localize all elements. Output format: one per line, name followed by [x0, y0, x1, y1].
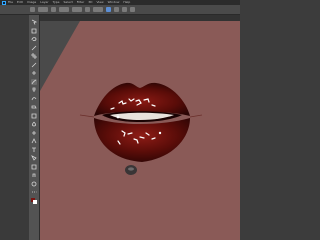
blend-mode-select[interactable] — [59, 7, 69, 12]
document-canvas[interactable] — [40, 21, 240, 240]
symmetry-icon[interactable] — [130, 7, 135, 12]
smoothing-icon[interactable] — [114, 7, 119, 12]
edit-toolbar-icon[interactable] — [31, 189, 37, 195]
highlight-dot — [158, 131, 162, 135]
gradient-tool-icon[interactable] — [31, 113, 37, 119]
brush-settings-icon[interactable] — [51, 7, 56, 12]
flow-field[interactable] — [93, 7, 103, 12]
lasso-tool-icon[interactable] — [31, 36, 37, 42]
pressure-opacity-icon[interactable] — [85, 7, 90, 12]
blur-tool-icon[interactable] — [31, 121, 37, 127]
type-tool-icon[interactable] — [31, 147, 37, 153]
options-bar — [0, 5, 240, 15]
eyedropper-tool-icon[interactable] — [31, 62, 37, 68]
eraser-tool-icon[interactable] — [31, 104, 37, 110]
color-swatches-icon[interactable] — [31, 197, 37, 204]
crop-tool-icon[interactable] — [31, 53, 37, 59]
tools-panel — [29, 15, 40, 240]
opacity-field[interactable] — [72, 7, 82, 12]
move-tool-icon[interactable] — [31, 19, 37, 25]
tool-preset-icon[interactable] — [30, 7, 35, 12]
zoom-tool-icon[interactable] — [31, 181, 37, 187]
path-selection-tool-icon[interactable] — [31, 155, 37, 161]
brush-tool-icon[interactable] — [31, 78, 37, 85]
hand-tool-icon[interactable] — [31, 172, 37, 178]
pen-tool-icon[interactable] — [31, 138, 37, 144]
dodge-tool-icon[interactable] — [31, 130, 37, 136]
pressure-size-icon[interactable] — [122, 7, 127, 12]
healing-brush-tool-icon[interactable] — [31, 70, 37, 76]
photoshop-logo-icon — [2, 0, 6, 5]
brush-size-picker[interactable] — [38, 7, 48, 12]
highlight-dot — [116, 115, 120, 119]
marquee-tool-icon[interactable] — [31, 28, 37, 34]
piercing-highlight — [128, 167, 134, 171]
clone-stamp-tool-icon[interactable] — [31, 87, 37, 93]
left-dock — [0, 15, 29, 240]
shape-tool-icon[interactable] — [31, 164, 37, 170]
airbrush-icon[interactable] — [106, 7, 111, 12]
history-brush-tool-icon[interactable] — [31, 96, 37, 102]
quick-select-tool-icon[interactable] — [31, 45, 37, 51]
